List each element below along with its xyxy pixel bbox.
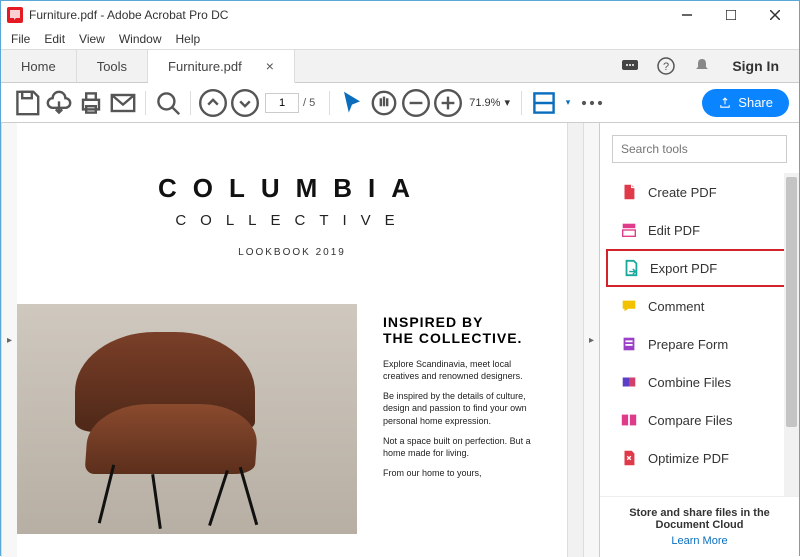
tool-combine-files[interactable]: Combine Files xyxy=(606,363,793,401)
document-scrollbar[interactable] xyxy=(567,123,583,557)
cloud-promo: Store and share files in the Document Cl… xyxy=(600,496,799,557)
zoom-value: 71.9% xyxy=(469,97,500,109)
tool-prepare-form[interactable]: Prepare Form xyxy=(606,325,793,363)
tool-optimize-pdf[interactable]: Optimize PDF xyxy=(606,439,793,477)
chat-icon[interactable] xyxy=(620,56,640,76)
page-down-icon[interactable] xyxy=(229,87,261,119)
menu-edit[interactable]: Edit xyxy=(44,32,65,46)
page-up-icon[interactable] xyxy=(197,87,229,119)
share-icon xyxy=(718,96,732,110)
svg-text:?: ? xyxy=(663,61,669,73)
menu-help[interactable]: Help xyxy=(176,32,201,46)
compare-files-icon xyxy=(620,411,638,429)
window-title: Furniture.pdf - Adobe Acrobat Pro DC xyxy=(29,8,228,22)
window-titlebar: Furniture.pdf - Adobe Acrobat Pro DC xyxy=(1,1,799,29)
tools-scrollbar[interactable] xyxy=(784,173,799,496)
tool-label: Comment xyxy=(648,299,704,314)
left-panel-toggle[interactable]: ▸ xyxy=(1,123,17,557)
document-page[interactable]: COLUMBIA COLLECTIVE LOOKBOOK 2019 INSPIR… xyxy=(17,123,567,557)
tab-bar: Home Tools Furniture.pdf × ? Sign In xyxy=(1,49,799,83)
menubar: File Edit View Window Help xyxy=(1,29,799,49)
tab-tools[interactable]: Tools xyxy=(77,50,148,82)
tab-tools-label: Tools xyxy=(97,59,127,74)
zoom-in-icon[interactable] xyxy=(432,87,464,119)
right-panel-toggle[interactable]: ▸ xyxy=(583,123,599,557)
share-button[interactable]: Share xyxy=(702,89,789,117)
menu-file[interactable]: File xyxy=(11,32,30,46)
close-button[interactable] xyxy=(753,1,797,29)
tool-label: Create PDF xyxy=(648,185,717,200)
zoom-out-icon[interactable] xyxy=(400,87,432,119)
tab-home[interactable]: Home xyxy=(1,50,77,82)
main-area: ▸ COLUMBIA COLLECTIVE LOOKBOOK 2019 INSP… xyxy=(1,123,799,557)
tool-compare-files[interactable]: Compare Files xyxy=(606,401,793,439)
minimize-button[interactable] xyxy=(665,1,709,29)
promo-line2: Document Cloud xyxy=(612,519,787,531)
print-icon[interactable] xyxy=(75,87,107,119)
notifications-icon[interactable] xyxy=(692,56,712,76)
doc-paragraph: From our home to yours, xyxy=(383,467,547,479)
selection-tool-icon[interactable] xyxy=(336,87,368,119)
chevron-down-icon: ▾ xyxy=(504,96,510,109)
doc-brand-line1: COLUMBIA xyxy=(17,173,567,204)
prepare-form-icon xyxy=(620,335,638,353)
menu-window[interactable]: Window xyxy=(119,32,162,46)
tab-close-icon[interactable]: × xyxy=(266,58,274,74)
zoom-dropdown[interactable]: 71.9% ▾ xyxy=(464,93,515,112)
tool-label: Compare Files xyxy=(648,413,733,428)
search-input[interactable] xyxy=(612,135,787,163)
tab-home-label: Home xyxy=(21,59,56,74)
tool-edit-pdf[interactable]: Edit PDF xyxy=(606,211,793,249)
save-icon[interactable] xyxy=(11,87,43,119)
tab-document-label: Furniture.pdf xyxy=(168,59,242,74)
edit-pdf-icon xyxy=(620,221,638,239)
sign-in-link[interactable]: Sign In xyxy=(728,58,783,74)
optimize-pdf-icon xyxy=(620,449,638,467)
cloud-icon[interactable] xyxy=(43,87,75,119)
tab-document[interactable]: Furniture.pdf × xyxy=(148,50,295,83)
tools-list: Create PDF Edit PDF Export PDF Comment P… xyxy=(600,173,799,496)
email-icon[interactable] xyxy=(107,87,139,119)
tool-comment[interactable]: Comment xyxy=(606,287,793,325)
tools-panel: Create PDF Edit PDF Export PDF Comment P… xyxy=(599,123,799,557)
doc-hero-image xyxy=(17,304,357,534)
tool-export-pdf[interactable]: Export PDF xyxy=(606,249,793,287)
tool-label: Edit PDF xyxy=(648,223,700,238)
fit-dropdown-icon[interactable]: ▾ xyxy=(560,87,576,119)
tool-label: Combine Files xyxy=(648,375,731,390)
create-pdf-icon xyxy=(620,183,638,201)
tools-search xyxy=(612,135,787,163)
doc-paragraph: Be inspired by the details of culture, d… xyxy=(383,390,547,426)
app-icon xyxy=(7,7,23,23)
doc-heading-1: INSPIRED BY xyxy=(383,314,547,330)
doc-heading-2: THE COLLECTIVE. xyxy=(383,330,547,346)
tool-label: Prepare Form xyxy=(648,337,728,352)
doc-paragraph: Not a space built on perfection. But a h… xyxy=(383,435,547,459)
combine-files-icon xyxy=(620,373,638,391)
tool-label: Optimize PDF xyxy=(648,451,729,466)
comment-icon xyxy=(620,297,638,315)
doc-brand-line2: COLLECTIVE xyxy=(17,212,567,229)
search-icon[interactable] xyxy=(152,87,184,119)
doc-lookbook: LOOKBOOK 2019 xyxy=(17,247,567,258)
share-label: Share xyxy=(738,95,773,110)
tool-create-pdf[interactable]: Create PDF xyxy=(606,173,793,211)
fit-width-icon[interactable] xyxy=(528,87,560,119)
tool-label: Export PDF xyxy=(650,261,717,276)
learn-more-link[interactable]: Learn More xyxy=(612,535,787,547)
more-tools-icon[interactable] xyxy=(576,87,608,119)
promo-line1: Store and share files in the xyxy=(612,507,787,519)
toolbar: 1 / 5 71.9% ▾ ▾ Share xyxy=(1,83,799,123)
menu-view[interactable]: View xyxy=(79,32,105,46)
help-icon[interactable]: ? xyxy=(656,56,676,76)
doc-paragraph: Explore Scandinavia, meet local creative… xyxy=(383,358,547,382)
export-pdf-icon xyxy=(622,259,640,277)
page-count: / 5 xyxy=(303,97,315,109)
document-viewport: COLUMBIA COLLECTIVE LOOKBOOK 2019 INSPIR… xyxy=(17,123,583,557)
page-number-input[interactable]: 1 xyxy=(265,93,299,113)
maximize-button[interactable] xyxy=(709,1,753,29)
hand-tool-icon[interactable] xyxy=(368,87,400,119)
